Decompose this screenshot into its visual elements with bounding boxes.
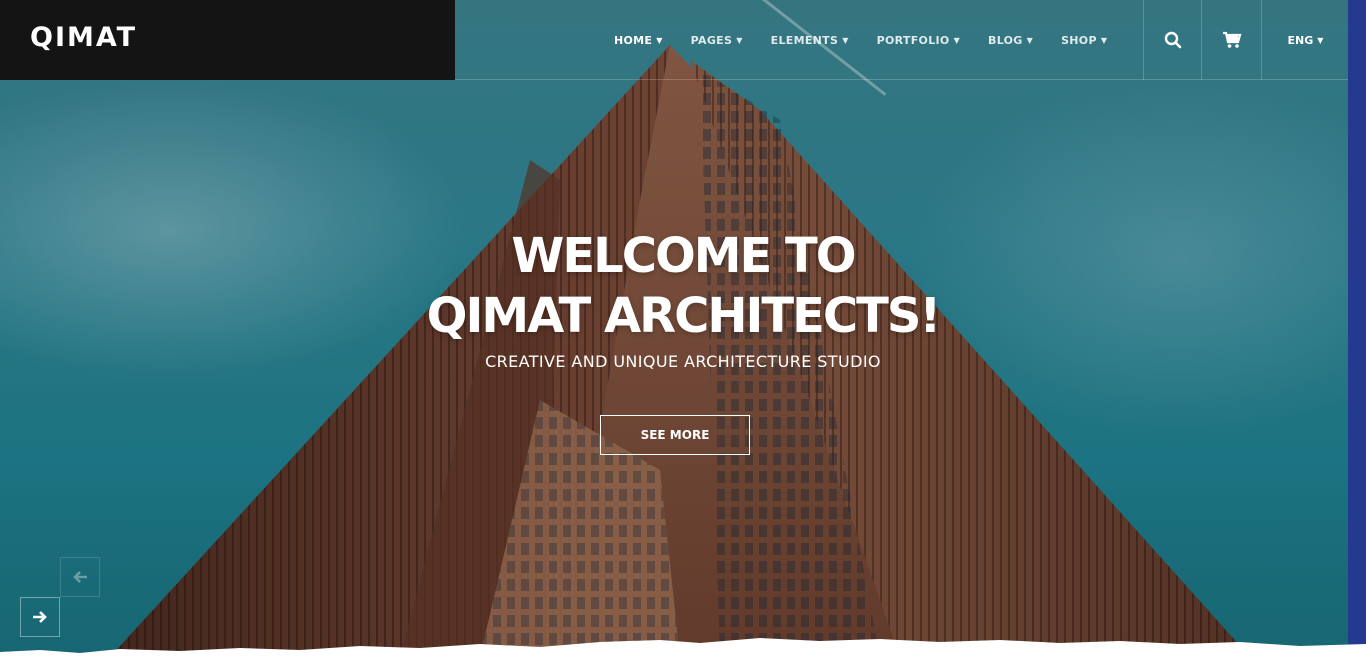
- chevron-down-icon: ▼: [1317, 35, 1324, 45]
- nav-item-label: PAGES: [690, 33, 733, 47]
- search-button[interactable]: [1143, 0, 1202, 80]
- nav-item-label: BLOG: [988, 33, 1023, 47]
- nav-item-shop[interactable]: SHOP ▼: [1047, 34, 1121, 47]
- hero-subheadline: CREATIVE AND UNIQUE ARCHITECTURE STUDIO: [485, 352, 881, 371]
- arrow-left-icon: [73, 571, 87, 583]
- language-label: ENG: [1287, 33, 1314, 47]
- headline-line-1: WELCOME TO: [511, 228, 856, 284]
- brand-box: QIMAT: [0, 0, 455, 80]
- nav-item-label: SHOP: [1061, 33, 1097, 47]
- chevron-down-icon: ▼: [1026, 35, 1034, 45]
- headline-line-2: QIMAT ARCHITECTS!: [426, 288, 942, 344]
- cart-button[interactable]: [1201, 0, 1262, 80]
- slider-prev-button[interactable]: [60, 557, 100, 597]
- chevron-down-icon: ▼: [656, 35, 663, 45]
- nav-item-label: ELEMENTS: [770, 33, 839, 47]
- main-nav: HOME ▼ PAGES ▼ ELEMENTS ▼ PORTFOLIO ▼ BLOG ▼ …: [600, 0, 1121, 80]
- torn-paper-edge: [0, 638, 1366, 657]
- see-more-button[interactable]: SEE MORE: [600, 415, 750, 455]
- nav-item-pages[interactable]: PAGES ▼: [677, 34, 757, 47]
- nav-item-blog[interactable]: BLOG ▼: [974, 34, 1047, 47]
- chevron-down-icon: ▼: [736, 35, 743, 45]
- nav-item-elements[interactable]: ELEMENTS ▼: [757, 34, 863, 47]
- hero-headline: WELCOME TO QIMAT ARCHITECTS!: [0, 226, 1366, 346]
- hero-section: QIMAT HOME ▼ PAGES ▼ ELEMENTS ▼ PORTFOLIO ▼ …: [0, 0, 1366, 657]
- nav-item-label: PORTFOLIO: [876, 33, 950, 47]
- chevron-down-icon: ▼: [1100, 35, 1108, 45]
- nav-item-home[interactable]: HOME ▼: [600, 34, 677, 47]
- site-logo[interactable]: QIMAT: [30, 22, 137, 53]
- nav-item-portfolio[interactable]: PORTFOLIO ▼: [863, 34, 974, 47]
- nav-item-label: HOME: [614, 33, 653, 47]
- language-selector[interactable]: ENG ▼: [1261, 0, 1349, 80]
- search-icon: [1164, 31, 1182, 49]
- chevron-down-icon: ▼: [842, 35, 849, 45]
- cart-icon: [1223, 31, 1242, 48]
- arrow-right-icon: [33, 611, 47, 623]
- chevron-down-icon: ▼: [953, 35, 961, 45]
